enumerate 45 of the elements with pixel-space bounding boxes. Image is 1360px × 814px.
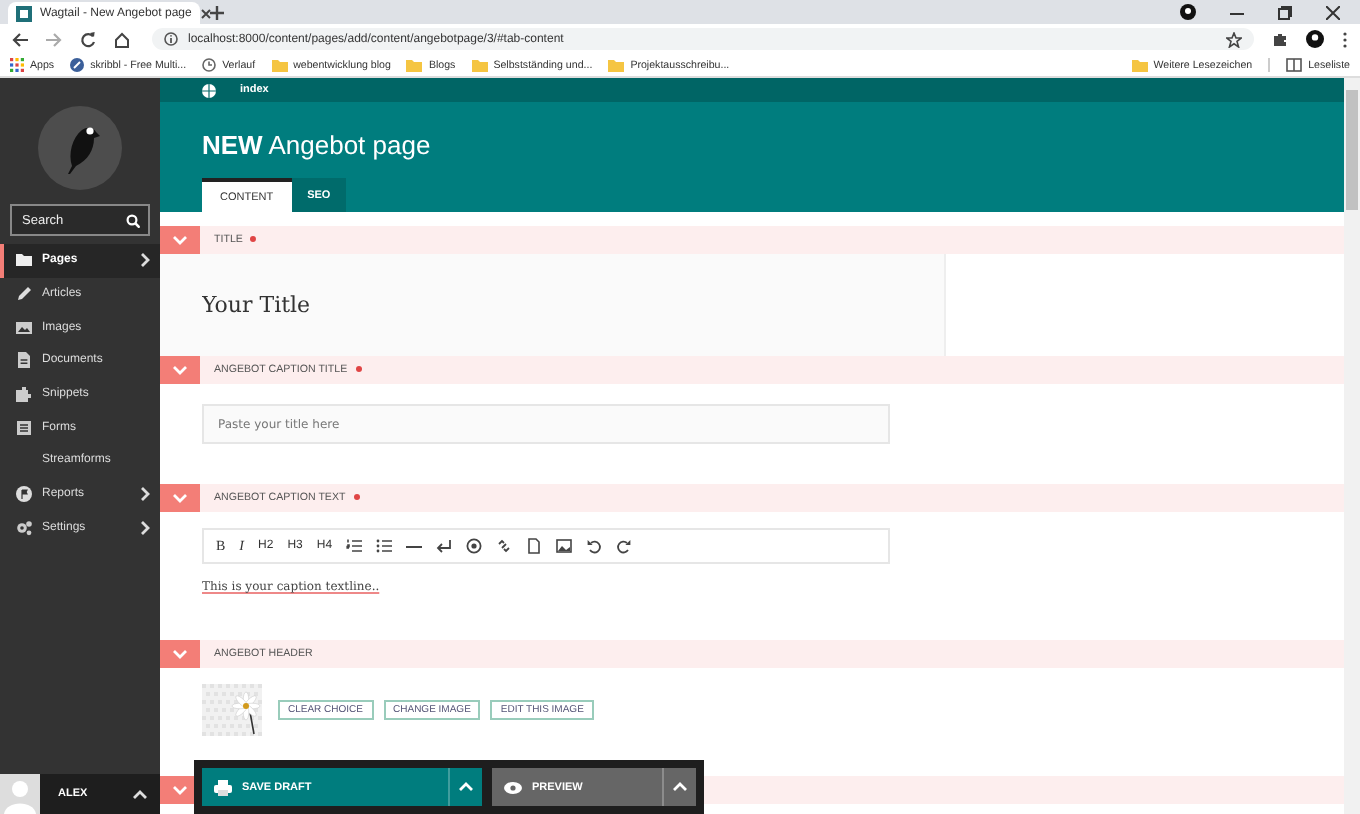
ordered-list-icon[interactable] <box>346 538 363 554</box>
pencil-icon <box>16 286 32 303</box>
folder-icon <box>471 58 488 72</box>
apps-icon <box>10 58 24 72</box>
image-icon[interactable] <box>556 538 573 554</box>
folder-icon <box>271 58 288 72</box>
printer-icon <box>214 779 232 795</box>
line-break-icon[interactable] <box>436 538 453 554</box>
home-icon[interactable] <box>114 31 130 47</box>
back-icon[interactable] <box>12 31 28 47</box>
scrollbar[interactable] <box>1344 78 1360 814</box>
folder-icon <box>1131 58 1148 72</box>
folder-icon <box>406 58 423 72</box>
list-icon <box>1286 58 1303 72</box>
form-icon <box>16 419 32 436</box>
chevron-up-icon[interactable] <box>132 789 148 799</box>
search-icon <box>126 213 140 227</box>
more-icon[interactable] <box>1342 31 1348 47</box>
eye-icon <box>504 781 522 793</box>
restore-icon[interactable] <box>1278 5 1292 19</box>
title-input[interactable]: Your Title <box>160 254 944 356</box>
clock-icon <box>202 58 217 72</box>
profile-icon[interactable] <box>1180 4 1196 20</box>
globe-icon[interactable] <box>202 83 216 97</box>
undo-icon[interactable] <box>586 538 603 554</box>
document-icon[interactable] <box>526 538 543 554</box>
reload-icon[interactable] <box>80 31 96 47</box>
image-icon <box>16 319 32 336</box>
close-icon[interactable] <box>1326 5 1340 19</box>
flag-icon <box>16 486 32 503</box>
puzzle-icon <box>16 386 32 403</box>
embed-icon[interactable] <box>466 538 483 554</box>
profile-icon[interactable] <box>1306 30 1324 48</box>
close-icon[interactable] <box>199 7 212 19</box>
info-icon <box>164 32 178 46</box>
page-title: NEW Angebot page <box>200 128 433 164</box>
bullet-list-icon[interactable] <box>376 538 393 554</box>
folder-icon <box>16 252 32 269</box>
star-icon[interactable] <box>1226 31 1242 47</box>
puzzle-icon[interactable] <box>1272 31 1288 47</box>
gears-icon <box>16 519 32 536</box>
redo-icon[interactable] <box>616 538 633 554</box>
folder-icon <box>608 58 625 72</box>
document-icon <box>16 352 32 369</box>
plus-icon[interactable] <box>210 6 224 20</box>
